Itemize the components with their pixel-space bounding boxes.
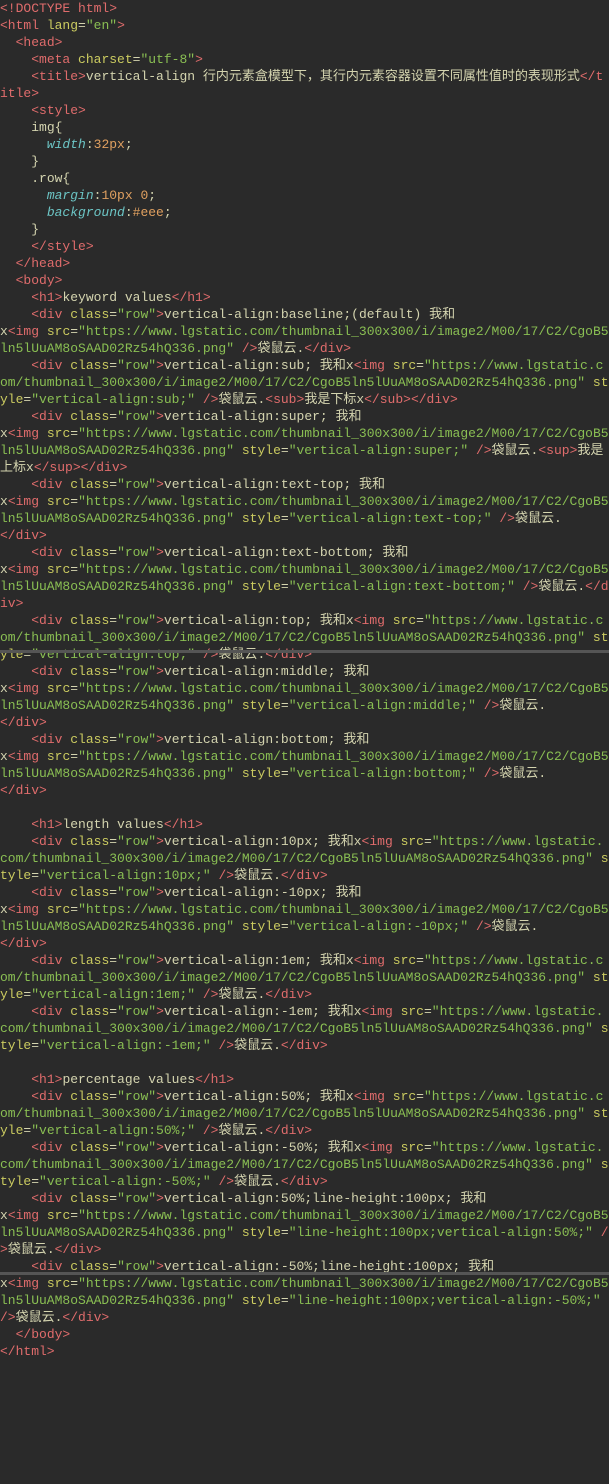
code-block: <!DOCTYPE html> <html lang="en"> <head> …	[0, 0, 609, 1360]
divider-2	[0, 1272, 609, 1275]
divider-1	[0, 650, 609, 653]
